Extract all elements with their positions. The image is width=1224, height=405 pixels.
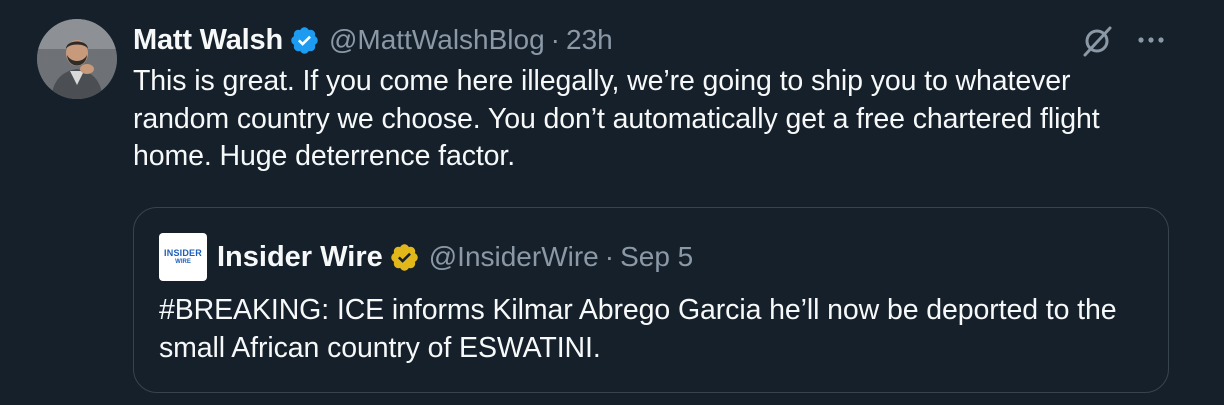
tweet-timestamp[interactable]: 23h bbox=[566, 24, 613, 56]
quoted-tweet-timestamp[interactable]: Sep 5 bbox=[620, 241, 693, 273]
author-handle[interactable]: @MattWalshBlog bbox=[329, 24, 545, 56]
quoted-separator-dot: · bbox=[604, 241, 615, 272]
quoted-author-handle[interactable]: @InsiderWire bbox=[429, 241, 599, 273]
tweet[interactable]: Matt Walsh @MattWalshBlog · 23h This is … bbox=[0, 0, 1224, 405]
separator-dot: · bbox=[550, 24, 560, 55]
logo-line-2: WIRE bbox=[175, 259, 191, 265]
logo-line-1: INSIDER bbox=[164, 248, 202, 258]
grok-slash-icon[interactable] bbox=[1080, 24, 1114, 58]
gold-verified-badge-icon[interactable] bbox=[389, 242, 420, 273]
tweet-text: This is great. If you come here illegall… bbox=[133, 65, 1100, 172]
more-horizontal-icon[interactable] bbox=[1136, 30, 1166, 50]
quoted-author-name[interactable]: Insider Wire bbox=[217, 241, 383, 274]
quoted-tweet-text: #BREAKING: ICE informs Kilmar Abrego Gar… bbox=[159, 294, 1117, 364]
quoted-tweet-card[interactable]: INSIDER WIRE Insider Wire @InsiderWire ·… bbox=[133, 207, 1169, 393]
author-name[interactable]: Matt Walsh bbox=[133, 24, 283, 57]
quoted-author-avatar[interactable]: INSIDER WIRE bbox=[159, 233, 207, 281]
author-avatar[interactable] bbox=[37, 19, 117, 99]
verified-badge-icon[interactable] bbox=[289, 25, 320, 56]
tweet-header: Matt Walsh @MattWalshBlog · 23h bbox=[133, 20, 613, 60]
quoted-tweet-header: INSIDER WIRE Insider Wire @InsiderWire ·… bbox=[159, 232, 693, 282]
